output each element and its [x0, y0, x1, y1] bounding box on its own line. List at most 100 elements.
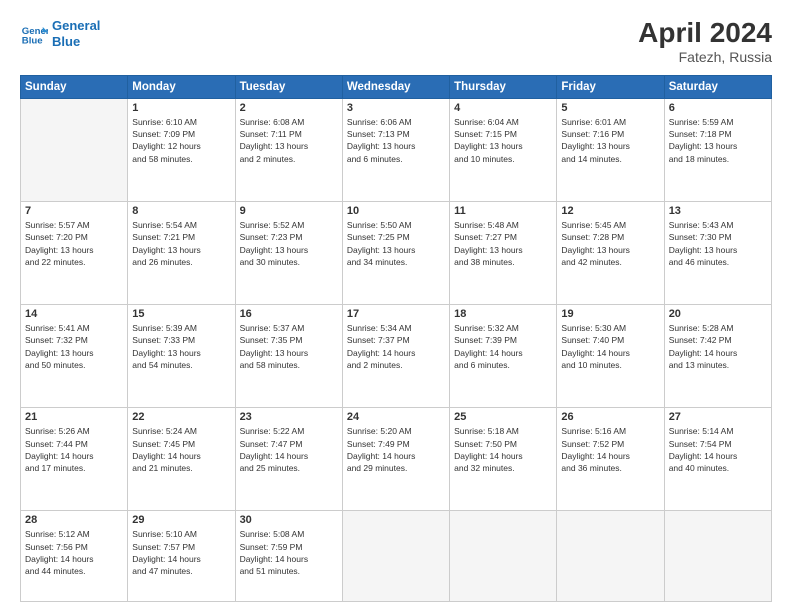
day-number: 12 — [561, 205, 659, 217]
day-number: 11 — [454, 205, 552, 217]
calendar-week-row: 7 Sunrise: 5:57 AM Sunset: 7:20 PM Daylig… — [21, 201, 772, 304]
cell-info: Sunrise: 5:37 AM Sunset: 7:35 PM Dayligh… — [240, 322, 338, 371]
calendar-week-row: 28 Sunrise: 5:12 AM Sunset: 7:56 PM Dayli… — [21, 511, 772, 602]
cell-info: Sunrise: 5:18 AM Sunset: 7:50 PM Dayligh… — [454, 425, 552, 474]
calendar-cell: 1 Sunrise: 6:10 AM Sunset: 7:09 PM Daylig… — [128, 98, 235, 201]
cell-info: Sunrise: 5:16 AM Sunset: 7:52 PM Dayligh… — [561, 425, 659, 474]
calendar-cell: 11 Sunrise: 5:48 AM Sunset: 7:27 PM Dayli… — [450, 201, 557, 304]
cell-info: Sunrise: 6:08 AM Sunset: 7:11 PM Dayligh… — [240, 116, 338, 165]
calendar-cell: 8 Sunrise: 5:54 AM Sunset: 7:21 PM Daylig… — [128, 201, 235, 304]
cell-info: Sunrise: 6:04 AM Sunset: 7:15 PM Dayligh… — [454, 116, 552, 165]
day-number: 13 — [669, 205, 767, 217]
calendar-week-row: 14 Sunrise: 5:41 AM Sunset: 7:32 PM Dayli… — [21, 305, 772, 408]
month-title: April 2024 — [638, 18, 772, 49]
day-number: 1 — [132, 102, 230, 114]
calendar-cell: 26 Sunrise: 5:16 AM Sunset: 7:52 PM Dayli… — [557, 408, 664, 511]
day-number: 27 — [669, 411, 767, 423]
cell-info: Sunrise: 6:10 AM Sunset: 7:09 PM Dayligh… — [132, 116, 230, 165]
cell-info: Sunrise: 5:30 AM Sunset: 7:40 PM Dayligh… — [561, 322, 659, 371]
location: Fatezh, Russia — [638, 49, 772, 65]
calendar-cell: 20Sunrise: 5:28 AM Sunset: 7:42 PM Dayli… — [664, 305, 771, 408]
day-number: 24 — [347, 411, 445, 423]
calendar-body: 1 Sunrise: 6:10 AM Sunset: 7:09 PM Daylig… — [21, 98, 772, 601]
cell-info: Sunrise: 5:12 AM Sunset: 7:56 PM Dayligh… — [25, 528, 123, 577]
calendar-cell: 22 Sunrise: 5:24 AM Sunset: 7:45 PM Dayli… — [128, 408, 235, 511]
calendar-cell — [342, 511, 449, 602]
calendar-cell — [664, 511, 771, 602]
day-number: 2 — [240, 102, 338, 114]
calendar-cell — [557, 511, 664, 602]
weekday-header: Sunday — [21, 75, 128, 98]
calendar-cell: 30 Sunrise: 5:08 AM Sunset: 7:59 PM Dayli… — [235, 511, 342, 602]
weekday-header: Saturday — [664, 75, 771, 98]
cell-info: Sunrise: 5:43 AM Sunset: 7:30 PM Dayligh… — [669, 219, 767, 268]
calendar-cell — [21, 98, 128, 201]
logo: General Blue General Blue — [20, 18, 100, 49]
calendar-cell: 25 Sunrise: 5:18 AM Sunset: 7:50 PM Dayli… — [450, 408, 557, 511]
day-number: 28 — [25, 514, 123, 526]
day-number: 16 — [240, 308, 338, 320]
logo-line1: General — [52, 18, 100, 34]
cell-info: Sunrise: 5:57 AM Sunset: 7:20 PM Dayligh… — [25, 219, 123, 268]
cell-info: Sunrise: 5:26 AM Sunset: 7:44 PM Dayligh… — [25, 425, 123, 474]
cell-info: Sunrise: 5:54 AM Sunset: 7:21 PM Dayligh… — [132, 219, 230, 268]
cell-info: Sunrise: 5:39 AM Sunset: 7:33 PM Dayligh… — [132, 322, 230, 371]
calendar-cell: 19 Sunrise: 5:30 AM Sunset: 7:40 PM Dayli… — [557, 305, 664, 408]
calendar-cell: 21Sunrise: 5:26 AM Sunset: 7:44 PM Dayli… — [21, 408, 128, 511]
day-number: 26 — [561, 411, 659, 423]
day-number: 17 — [347, 308, 445, 320]
day-number: 5 — [561, 102, 659, 114]
cell-info: Sunrise: 5:14 AM Sunset: 7:54 PM Dayligh… — [669, 425, 767, 474]
calendar-table: SundayMondayTuesdayWednesdayThursdayFrid… — [20, 75, 772, 602]
cell-info: Sunrise: 5:24 AM Sunset: 7:45 PM Dayligh… — [132, 425, 230, 474]
day-number: 18 — [454, 308, 552, 320]
day-number: 29 — [132, 514, 230, 526]
calendar-cell: 28 Sunrise: 5:12 AM Sunset: 7:56 PM Dayli… — [21, 511, 128, 602]
calendar-cell: 23Sunrise: 5:22 AM Sunset: 7:47 PM Dayli… — [235, 408, 342, 511]
calendar-cell: 6Sunrise: 5:59 AM Sunset: 7:18 PM Daylig… — [664, 98, 771, 201]
calendar-cell: 18 Sunrise: 5:32 AM Sunset: 7:39 PM Dayli… — [450, 305, 557, 408]
calendar-week-row: 21Sunrise: 5:26 AM Sunset: 7:44 PM Dayli… — [21, 408, 772, 511]
day-number: 7 — [25, 205, 123, 217]
cell-info: Sunrise: 5:32 AM Sunset: 7:39 PM Dayligh… — [454, 322, 552, 371]
day-number: 19 — [561, 308, 659, 320]
day-number: 4 — [454, 102, 552, 114]
logo-line2: Blue — [52, 34, 100, 50]
calendar-week-row: 1 Sunrise: 6:10 AM Sunset: 7:09 PM Daylig… — [21, 98, 772, 201]
cell-info: Sunrise: 6:01 AM Sunset: 7:16 PM Dayligh… — [561, 116, 659, 165]
cell-info: Sunrise: 5:45 AM Sunset: 7:28 PM Dayligh… — [561, 219, 659, 268]
calendar-cell: 2 Sunrise: 6:08 AM Sunset: 7:11 PM Daylig… — [235, 98, 342, 201]
cell-info: Sunrise: 5:34 AM Sunset: 7:37 PM Dayligh… — [347, 322, 445, 371]
day-number: 30 — [240, 514, 338, 526]
day-number: 22 — [132, 411, 230, 423]
calendar-cell: 15Sunrise: 5:39 AM Sunset: 7:33 PM Dayli… — [128, 305, 235, 408]
day-number: 10 — [347, 205, 445, 217]
cell-info: Sunrise: 5:48 AM Sunset: 7:27 PM Dayligh… — [454, 219, 552, 268]
calendar-cell: 17 Sunrise: 5:34 AM Sunset: 7:37 PM Dayli… — [342, 305, 449, 408]
weekday-header: Friday — [557, 75, 664, 98]
calendar-cell: 3Sunrise: 6:06 AM Sunset: 7:13 PM Daylig… — [342, 98, 449, 201]
cell-info: Sunrise: 5:41 AM Sunset: 7:32 PM Dayligh… — [25, 322, 123, 371]
calendar-cell — [450, 511, 557, 602]
cell-info: Sunrise: 5:28 AM Sunset: 7:42 PM Dayligh… — [669, 322, 767, 371]
day-number: 14 — [25, 308, 123, 320]
calendar-cell: 27 Sunrise: 5:14 AM Sunset: 7:54 PM Dayli… — [664, 408, 771, 511]
calendar-cell: 10 Sunrise: 5:50 AM Sunset: 7:25 PM Dayli… — [342, 201, 449, 304]
calendar-cell: 14 Sunrise: 5:41 AM Sunset: 7:32 PM Dayli… — [21, 305, 128, 408]
header: General Blue General Blue April 2024 Fat… — [20, 18, 772, 65]
weekday-header: Monday — [128, 75, 235, 98]
cell-info: Sunrise: 5:08 AM Sunset: 7:59 PM Dayligh… — [240, 528, 338, 577]
cell-info: Sunrise: 5:50 AM Sunset: 7:25 PM Dayligh… — [347, 219, 445, 268]
calendar-cell: 9Sunrise: 5:52 AM Sunset: 7:23 PM Daylig… — [235, 201, 342, 304]
day-number: 6 — [669, 102, 767, 114]
day-number: 23 — [240, 411, 338, 423]
day-number: 8 — [132, 205, 230, 217]
calendar-cell: 29Sunrise: 5:10 AM Sunset: 7:57 PM Dayli… — [128, 511, 235, 602]
svg-text:Blue: Blue — [22, 35, 43, 46]
page: General Blue General Blue April 2024 Fat… — [0, 0, 792, 612]
calendar-cell: 7 Sunrise: 5:57 AM Sunset: 7:20 PM Daylig… — [21, 201, 128, 304]
calendar-cell: 4 Sunrise: 6:04 AM Sunset: 7:15 PM Daylig… — [450, 98, 557, 201]
calendar-cell: 5 Sunrise: 6:01 AM Sunset: 7:16 PM Daylig… — [557, 98, 664, 201]
logo-icon: General Blue — [20, 20, 48, 48]
day-number: 25 — [454, 411, 552, 423]
